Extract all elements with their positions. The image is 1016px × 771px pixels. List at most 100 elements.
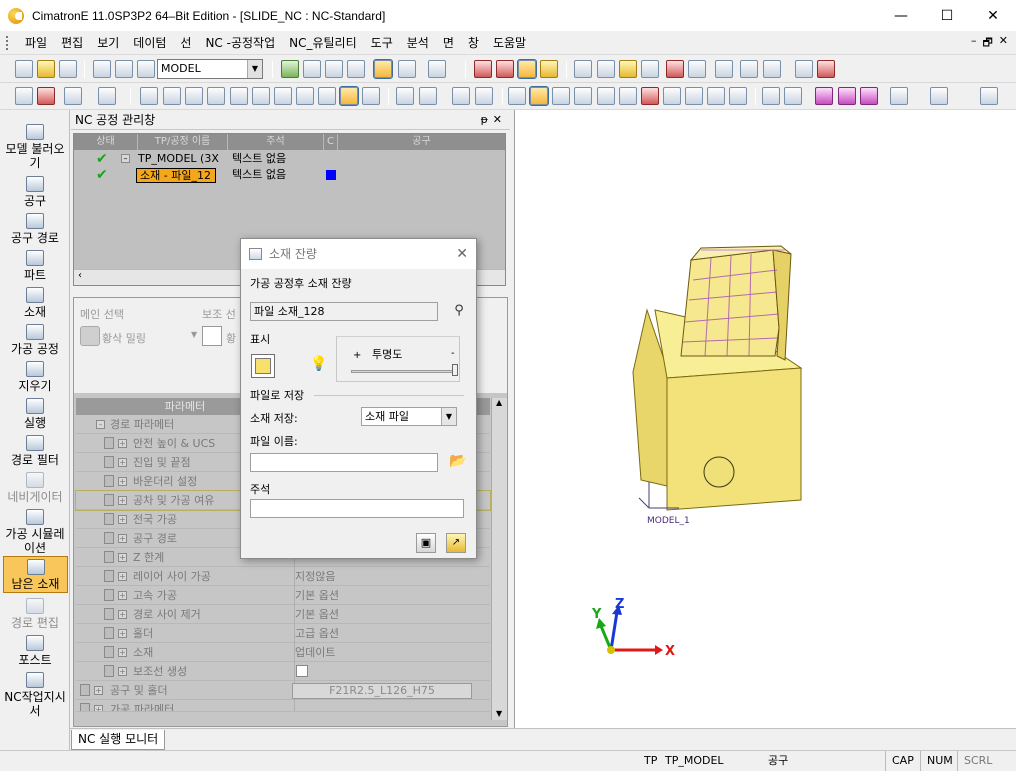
comment-input[interactable]: [250, 499, 464, 518]
mdi-minimize-button[interactable]: –: [971, 34, 977, 53]
sidebar-item-delete[interactable]: 지우기: [0, 361, 70, 393]
sidebar-item-navigator[interactable]: 네비게이터: [0, 472, 70, 504]
collapse-icon[interactable]: –: [121, 154, 130, 163]
file-name-input[interactable]: [250, 453, 438, 472]
graphics-viewport[interactable]: MODEL_1 X Y Z: [514, 110, 1016, 728]
box-2-icon[interactable]: [817, 60, 835, 78]
line-icon[interactable]: [930, 87, 948, 105]
edit-icon[interactable]: [762, 87, 780, 105]
mdi-restore-button[interactable]: 🗗: [982, 34, 992, 53]
sidebar-item-execute[interactable]: 실행: [0, 398, 70, 430]
aux-line-checkbox[interactable]: [296, 665, 308, 677]
render-icon[interactable]: [574, 60, 592, 78]
sketch-9-icon[interactable]: [318, 87, 336, 105]
menu-grip-icon[interactable]: [6, 36, 9, 50]
tool-2-icon[interactable]: [663, 87, 681, 105]
sketch-5-icon[interactable]: [230, 87, 248, 105]
column-note[interactable]: 주석: [228, 134, 324, 150]
sidebar-item-toolpath[interactable]: 공구 경로: [0, 213, 70, 245]
sketch-6-icon[interactable]: [252, 87, 270, 105]
light-bulb-2-icon[interactable]: [619, 60, 637, 78]
stock-color-button[interactable]: [251, 354, 275, 378]
sketch-3-icon[interactable]: [185, 87, 203, 105]
vertical-scrollbar[interactable]: ▲ ▼: [491, 398, 507, 720]
chevron-down-icon[interactable]: ▼: [191, 330, 197, 339]
transparency-slider-thumb[interactable]: [452, 364, 458, 376]
main-selection-value[interactable]: 황삭 밀링: [102, 330, 146, 346]
tool-holder-value[interactable]: F21R2.5_L126_H75: [292, 683, 472, 699]
tool-5-icon[interactable]: [729, 87, 747, 105]
table-row[interactable]: + 소재 업데이트: [76, 643, 490, 662]
light-bulb-icon[interactable]: 💡: [310, 356, 327, 372]
new-file-icon[interactable]: [15, 60, 33, 78]
sidebar-item-simulation[interactable]: 가공 시뮬레이션: [0, 509, 70, 555]
light-bulb-3-icon[interactable]: [641, 60, 659, 78]
tool-icon[interactable]: [641, 87, 659, 105]
tool-3-icon[interactable]: [685, 87, 703, 105]
save-stock-select[interactable]: 소재 파일 ▼: [361, 407, 457, 426]
curve-2-icon[interactable]: [419, 87, 437, 105]
scroll-left-icon[interactable]: ‹: [78, 270, 82, 281]
minimize-button[interactable]: —: [878, 0, 924, 31]
pan-icon[interactable]: [347, 60, 365, 78]
sidebar-item-nc-setup-sheet[interactable]: NC작업지시서: [0, 672, 70, 718]
folder-open-icon[interactable]: 📂: [449, 452, 467, 470]
sub-selection-value[interactable]: 황: [226, 330, 236, 346]
pick-icon[interactable]: [64, 87, 82, 105]
menu-analysis[interactable]: 분석: [400, 32, 436, 54]
light-bulb-icon[interactable]: [597, 60, 615, 78]
menu-edit[interactable]: 편집: [54, 32, 90, 54]
transparency-slider[interactable]: [351, 370, 457, 373]
sketch-2-icon[interactable]: [163, 87, 181, 105]
sidebar-item-post[interactable]: 포스트: [0, 635, 70, 667]
wireframe-view-icon[interactable]: [398, 60, 416, 78]
sidebar-item-path-edit[interactable]: 경로 편집: [0, 598, 70, 630]
zoom-window-icon[interactable]: [281, 60, 299, 78]
menu-window[interactable]: 창: [461, 32, 486, 54]
nc-list-icon[interactable]: [552, 87, 570, 105]
open-file-icon[interactable]: [37, 60, 55, 78]
mdi-close-button[interactable]: ✕: [999, 34, 1008, 53]
model-combo[interactable]: MODEL ▼: [157, 59, 263, 79]
axis-icon[interactable]: [890, 87, 908, 105]
menu-view[interactable]: 보기: [90, 32, 126, 54]
table-icon[interactable]: [763, 60, 781, 78]
menu-nc-utility[interactable]: NC_유틸리티: [282, 32, 364, 54]
table-row[interactable]: + 보조선 생성: [76, 662, 490, 681]
menu-file[interactable]: 파일: [18, 32, 54, 54]
nc-process-icon[interactable]: [529, 86, 549, 106]
table-row[interactable]: + 홀더 고급 옵션: [76, 624, 490, 643]
chevron-down-icon[interactable]: ▼: [247, 60, 262, 78]
surface-3-icon[interactable]: [860, 87, 878, 105]
dialog-title-bar[interactable]: 소재 잔량 ✕: [241, 239, 476, 269]
sidebar-item-stock[interactable]: 소재: [0, 287, 70, 319]
scroll-down-icon[interactable]: ▼: [496, 709, 502, 718]
copy-icon[interactable]: [93, 60, 111, 78]
column-tool[interactable]: 공구: [338, 134, 505, 150]
filter-icon[interactable]: [474, 60, 492, 78]
save-icon[interactable]: [59, 60, 77, 78]
display-mode-2-icon[interactable]: [540, 60, 558, 78]
sketch-8-icon[interactable]: [296, 87, 314, 105]
stock-name-field[interactable]: 파일 소재_128: [250, 302, 438, 321]
table-row[interactable]: + 레이어 사이 가공 지정않음: [76, 567, 490, 586]
column-c[interactable]: C: [324, 134, 338, 150]
sketch-icon[interactable]: [140, 87, 158, 105]
chevron-down-icon[interactable]: ▼: [441, 408, 456, 425]
close-icon[interactable]: ✕: [493, 110, 502, 130]
menu-help[interactable]: 도움말: [486, 32, 533, 54]
deselect-icon[interactable]: [37, 87, 55, 105]
edit-2-icon[interactable]: [784, 87, 802, 105]
sidebar-item-procedure[interactable]: 가공 공정: [0, 324, 70, 356]
tool-4-icon[interactable]: [707, 87, 725, 105]
menu-face[interactable]: 면: [436, 32, 461, 54]
toggle-icon[interactable]: [339, 86, 359, 106]
nc-doc-icon[interactable]: [574, 87, 592, 105]
layer-icon[interactable]: [137, 60, 155, 78]
sidebar-item-load-model[interactable]: 모델 불러오기: [0, 124, 70, 170]
zoom-icon[interactable]: [303, 60, 321, 78]
cursor-icon[interactable]: [980, 87, 998, 105]
table-row[interactable]: + 경로 사이 제거 기본 옵션: [76, 605, 490, 624]
pick-2-icon[interactable]: [98, 87, 116, 105]
tree-select-icon[interactable]: ⚲: [451, 303, 467, 319]
